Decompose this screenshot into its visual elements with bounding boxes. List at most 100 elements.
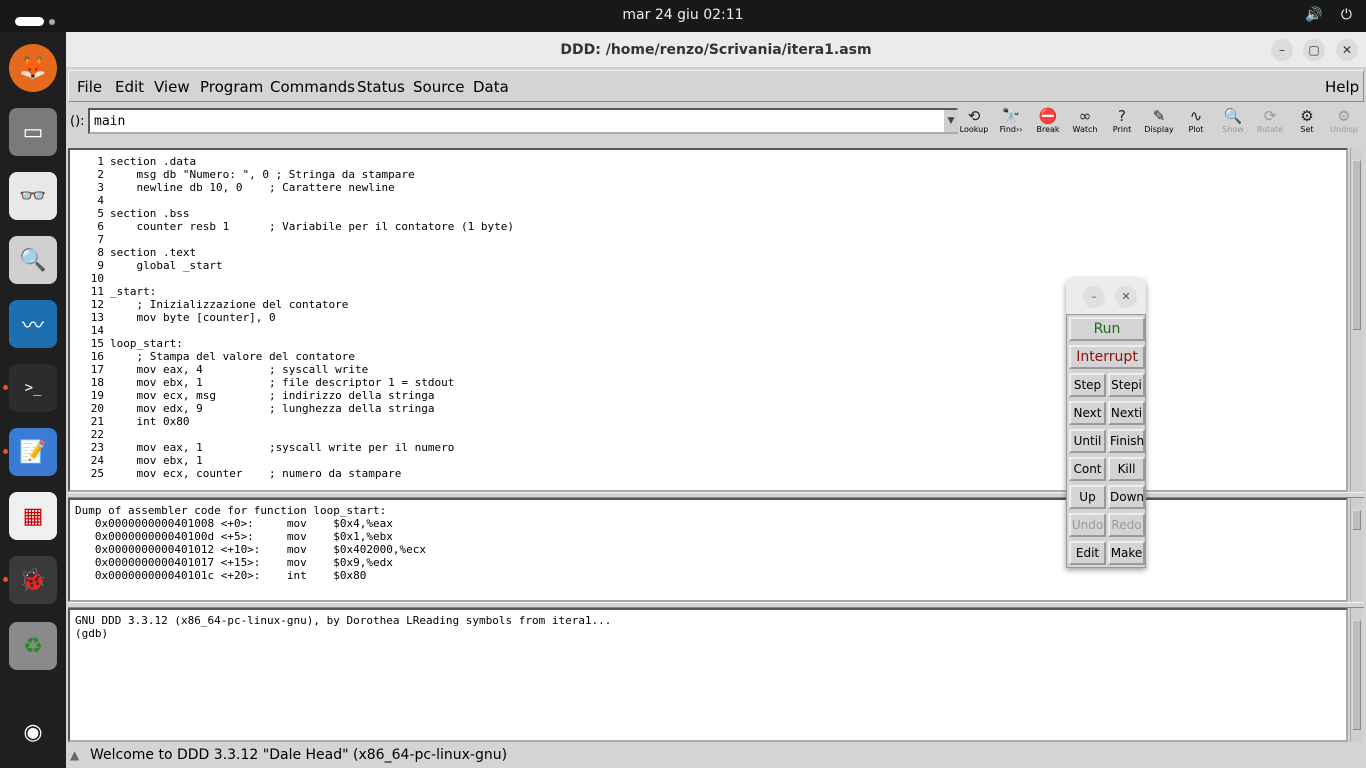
stepi-button[interactable]: Stepi [1108, 373, 1145, 397]
source-line[interactable]: 3 newline db 10, 0 ; Carattere newline [70, 181, 1346, 194]
undo-button[interactable]: Undo [1069, 513, 1106, 537]
titlebar[interactable]: DDD: /home/renzo/Scrivania/itera1.asm – … [66, 32, 1366, 68]
tool-show[interactable]: 🔍 Show [1215, 108, 1251, 136]
minimize-icon[interactable]: – [1271, 39, 1293, 61]
source-line[interactable]: 10 [70, 272, 1346, 285]
tool-find[interactable]: 🔭 Find›› [993, 108, 1029, 136]
source-line[interactable]: 21 int 0x80 [70, 415, 1346, 428]
volume-icon[interactable]: 🔊 [1305, 7, 1322, 23]
terminal-icon[interactable]: >_ [9, 364, 57, 412]
source-window[interactable]: 1 section .data 2 msg db "Numero: ", 0 ; S… [68, 148, 1348, 492]
machine-code-window[interactable]: Dump of assembler code for function loop… [68, 498, 1348, 602]
tool-display[interactable]: ✎ Display [1141, 108, 1177, 136]
tool-break[interactable]: ⛔ Break [1030, 108, 1066, 136]
source-line[interactable]: 1 section .data [70, 155, 1346, 168]
tool-set[interactable]: ⚙ Set [1289, 108, 1325, 136]
source-line[interactable]: 22 [70, 428, 1346, 441]
menu-status[interactable]: Status [357, 78, 405, 96]
make-button[interactable]: Make [1108, 541, 1145, 565]
source-line[interactable]: 19 mov ecx, msg ; indirizzo della string… [70, 389, 1346, 402]
source-line[interactable]: 20 mov edx, 9 ; lunghezza della stringa [70, 402, 1346, 415]
console-scrollbar[interactable] [1350, 608, 1362, 742]
asm-scroll-thumb[interactable] [1352, 510, 1361, 530]
source-line[interactable]: 12 ; Inizializzazione del contatore [70, 298, 1346, 311]
gdb-console[interactable]: GNU DDD 3.3.12 (x86_64-pc-linux-gnu), by… [68, 608, 1348, 742]
asm-line[interactable]: 0x0000000000401012 <+10>: mov $0x402000,… [75, 543, 1341, 556]
down-button[interactable]: Down [1108, 485, 1145, 509]
text-editor-icon[interactable]: 📝 [9, 428, 57, 476]
kill-button[interactable]: Kill [1108, 457, 1145, 481]
tool-print[interactable]: ? Print [1104, 108, 1140, 136]
source-line[interactable]: 8 section .text [70, 246, 1346, 259]
spreadsheet-icon[interactable]: ▦ [9, 492, 57, 540]
line-number: 15 [90, 337, 104, 350]
menu-help[interactable]: Help [1325, 78, 1359, 96]
source-scroll-thumb[interactable] [1352, 160, 1361, 330]
source-line[interactable]: 18 mov ebx, 1 ; file descriptor 1 = stdo… [70, 376, 1346, 389]
next-button[interactable]: Next [1069, 401, 1106, 425]
show-apps-icon[interactable]: ◉ [9, 708, 57, 756]
edit-button[interactable]: Edit [1069, 541, 1106, 565]
asm-line[interactable]: Dump of assembler code for function loop… [75, 504, 1341, 517]
command-tool-minimize-icon[interactable]: – [1083, 286, 1105, 308]
source-line[interactable]: 9 global _start [70, 259, 1346, 272]
source-line[interactable]: 23 mov eax, 1 ;syscall write per il nume… [70, 441, 1346, 454]
image-viewer-icon[interactable]: 🔍 [9, 236, 57, 284]
asm-line[interactable]: 0x000000000040101c <+20>: int $0x80 [75, 569, 1341, 582]
console-scroll-thumb[interactable] [1352, 620, 1361, 730]
run-button[interactable]: Run [1069, 317, 1145, 341]
source-line[interactable]: 7 [70, 233, 1346, 246]
asm-line[interactable]: 0x0000000000401017 <+15>: mov $0x9,%edx [75, 556, 1341, 569]
firefox-icon[interactable]: 🦊 [9, 44, 57, 92]
source-line[interactable]: 17 mov eax, 4 ; syscall write [70, 363, 1346, 376]
tool-watch[interactable]: ∞ Watch [1067, 108, 1103, 136]
document-viewer-icon[interactable]: 👓 [9, 172, 57, 220]
step-button[interactable]: Step [1069, 373, 1106, 397]
asm-scrollbar[interactable] [1350, 498, 1362, 602]
status-arrow-icon[interactable]: ▲ [70, 748, 79, 762]
system-monitor-icon[interactable]: 〰 [9, 300, 57, 348]
cont-button[interactable]: Cont [1069, 457, 1106, 481]
source-scrollbar[interactable] [1350, 148, 1362, 492]
tool-lookup[interactable]: ⟲ Lookup [956, 108, 992, 136]
until-button[interactable]: Until [1069, 429, 1106, 453]
asm-line[interactable]: 0x0000000000401008 <+0>: mov $0x4,%eax [75, 517, 1341, 530]
command-tool-close-icon[interactable]: ✕ [1115, 286, 1137, 308]
menu-data[interactable]: Data [473, 78, 509, 96]
maximize-icon[interactable]: ▢ [1303, 39, 1325, 61]
tool-rotate[interactable]: ⟳ Rotate [1252, 108, 1288, 136]
source-line[interactable]: 11 _start: [70, 285, 1346, 298]
menu-program[interactable]: Program [200, 78, 263, 96]
redo-button[interactable]: Redo [1108, 513, 1145, 537]
nexti-button[interactable]: Nexti [1108, 401, 1145, 425]
source-line[interactable]: 15 loop_start: [70, 337, 1346, 350]
up-button[interactable]: Up [1069, 485, 1106, 509]
menu-commands[interactable]: Commands [270, 78, 355, 96]
close-icon[interactable]: ✕ [1336, 39, 1358, 61]
system-tray[interactable]: 🔊 ⏻ [1291, 7, 1352, 23]
source-line[interactable]: 4 [70, 194, 1346, 207]
source-line[interactable]: 24 mov ebx, 1 [70, 454, 1346, 467]
menu-file[interactable]: File [77, 78, 102, 96]
trash-icon[interactable]: ♻ [9, 622, 57, 670]
files-icon[interactable]: ▭ [9, 108, 57, 156]
tool-undisp[interactable]: ⚙ Undisp [1326, 108, 1362, 136]
asm-line[interactable]: 0x000000000040100d <+5>: mov $0x1,%ebx [75, 530, 1341, 543]
finish-button[interactable]: Finish [1108, 429, 1145, 453]
menu-view[interactable]: View [154, 78, 190, 96]
argument-input[interactable]: main [88, 108, 958, 134]
menu-source[interactable]: Source [413, 78, 465, 96]
power-icon[interactable]: ⏻ [1341, 7, 1352, 23]
tool-plot[interactable]: ∿ Plot [1178, 108, 1214, 136]
source-line[interactable]: 2 msg db "Numero: ", 0 ; Stringa da stam… [70, 168, 1346, 181]
ddd-icon[interactable]: 🐞 [9, 556, 57, 604]
source-line[interactable]: 5 section .bss [70, 207, 1346, 220]
source-line[interactable]: 14 [70, 324, 1346, 337]
source-line[interactable]: 16 ; Stampa del valore del contatore [70, 350, 1346, 363]
source-line[interactable]: 25 mov ecx, counter ; numero da stampare [70, 467, 1346, 480]
source-line[interactable]: 6 counter resb 1 ; Variabile per il cont… [70, 220, 1346, 233]
clock[interactable]: mar 24 giu 02:11 [0, 7, 1366, 23]
menu-edit[interactable]: Edit [115, 78, 144, 96]
source-line[interactable]: 13 mov byte [counter], 0 [70, 311, 1346, 324]
interrupt-button[interactable]: Interrupt [1069, 345, 1145, 369]
